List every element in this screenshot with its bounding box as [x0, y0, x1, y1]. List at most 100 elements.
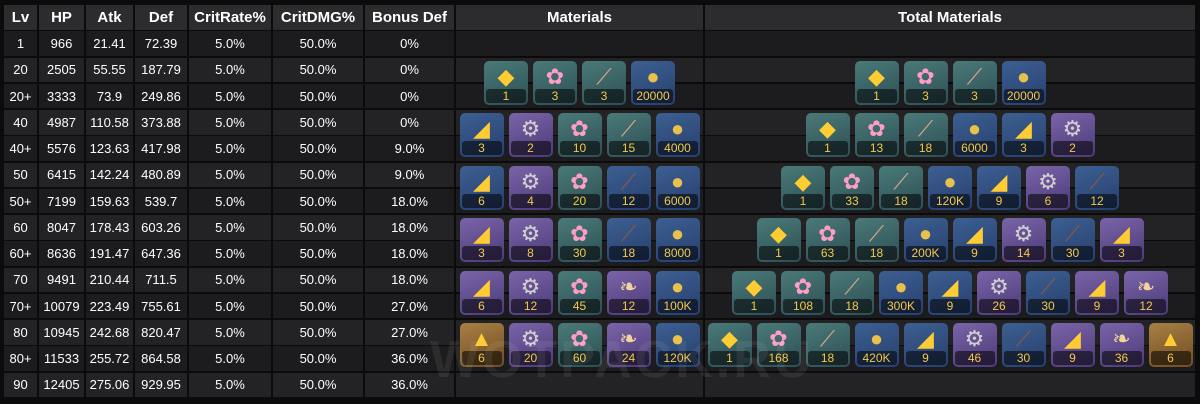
scroll-icon: ❧	[1112, 326, 1131, 352]
material-slot[interactable]: ❧ 36	[1099, 323, 1144, 368]
cell-bonus-def: 0%	[365, 83, 454, 109]
cell-lv: 80	[4, 320, 37, 345]
material-slot[interactable]: ◢ 9	[928, 270, 972, 315]
material-slot[interactable]: ◢ 9	[1050, 323, 1095, 368]
material-slot[interactable]: ● 4000	[655, 113, 700, 158]
scroll-icon: ❧	[619, 326, 638, 352]
material-slot[interactable]: ⟋ 18	[879, 165, 923, 210]
material-slot[interactable]: ◢ 3	[459, 218, 504, 263]
material-slot[interactable]: ● 20000	[1001, 60, 1046, 105]
material-quantity: 3	[535, 88, 575, 103]
cell-def: 820.47	[135, 320, 187, 345]
material-slot[interactable]: ◆ 1	[707, 323, 752, 368]
material-slot[interactable]: ❧ 12	[606, 270, 651, 315]
material-slot[interactable]: ● 120K	[655, 323, 700, 368]
material-quantity: 63	[807, 246, 848, 261]
material-slot[interactable]: ⟋ 15	[606, 113, 651, 158]
boss-material-icon: ⚙	[1038, 168, 1058, 194]
material-slot[interactable]: ◢ 9	[952, 218, 997, 263]
material-slot[interactable]: ⟋ 18	[903, 113, 948, 158]
material-slot[interactable]: ● 6000	[952, 113, 997, 158]
material-slot[interactable]: ⟋ 18	[854, 218, 899, 263]
material-slot[interactable]: ● 420K	[854, 323, 899, 368]
header-lv: Lv	[4, 5, 37, 30]
material-slot[interactable]: ◢ 6	[459, 270, 504, 315]
material-slot[interactable]: ⚙ 46	[952, 323, 997, 368]
cell-lv: 60+	[4, 241, 37, 266]
cell-bonus-def: 18.0%	[365, 267, 454, 292]
material-slot[interactable]: ⟋ 12	[1075, 165, 1119, 210]
material-slot[interactable]: ◆ 1	[805, 113, 850, 158]
material-slot[interactable]: ◆ 1	[732, 270, 776, 315]
material-slot[interactable]: ✿ 45	[557, 270, 602, 315]
material-slot[interactable]: ⚙ 2	[1050, 113, 1095, 158]
cell-bonus-def: 18.0%	[365, 188, 454, 214]
material-slot[interactable]: ⟋ 18	[805, 323, 850, 368]
material-slot[interactable]: ✿ 3	[533, 60, 577, 105]
material-slot[interactable]: ✿ 20	[557, 165, 602, 210]
material-slot[interactable]: ⚙ 12	[508, 270, 553, 315]
material-slot[interactable]: ⟋ 30	[1026, 270, 1070, 315]
header-materials: Materials	[456, 5, 703, 30]
material-quantity: 26	[979, 298, 1019, 313]
material-slot[interactable]: ❧ 12	[1124, 270, 1168, 315]
material-slot[interactable]: ◆ 1	[756, 218, 801, 263]
material-slot[interactable]: ◢ 6	[459, 165, 504, 210]
material-slot[interactable]: ✿ 13	[854, 113, 899, 158]
material-slot[interactable]: ✿ 108	[781, 270, 825, 315]
material-quantity: 168	[758, 351, 799, 366]
material-slot[interactable]: ❧ 24	[606, 323, 651, 368]
material-slot[interactable]: ⚙ 8	[508, 218, 553, 263]
material-slot[interactable]: ✿ 168	[756, 323, 801, 368]
material-slot[interactable]: ⚙ 4	[508, 165, 553, 210]
material-quantity: 12	[608, 193, 649, 208]
material-slot[interactable]: ⚙ 26	[977, 270, 1021, 315]
cell-def: 755.61	[135, 293, 187, 319]
cell-def: 711.5	[135, 267, 187, 292]
cell-crit-dmg: 50.0%	[273, 188, 363, 214]
material-slot[interactable]: ⚙ 6	[1026, 165, 1070, 210]
material-slot[interactable]: ◢ 3	[459, 113, 504, 158]
cell-lv: 50+	[4, 188, 37, 214]
material-quantity: 2	[510, 141, 551, 156]
material-slot[interactable]: ✿ 63	[805, 218, 850, 263]
material-slot[interactable]: ● 200K	[903, 218, 948, 263]
material-slot[interactable]: ◆ 1	[781, 165, 825, 210]
material-slot[interactable]: ⟋ 3	[952, 60, 997, 105]
material-quantity: 60	[559, 351, 600, 366]
material-slot[interactable]: ⚙ 2	[508, 113, 553, 158]
total-materials-row-bg	[705, 372, 1195, 397]
material-slot[interactable]: ◆ 1	[484, 60, 528, 105]
material-slot[interactable]: ▲ 6	[459, 323, 504, 368]
material-slot[interactable]: ● 300K	[879, 270, 923, 315]
material-slot[interactable]: ● 120K	[928, 165, 972, 210]
material-quantity: 120K	[930, 193, 970, 208]
material-slot[interactable]: ⟋ 30	[1001, 323, 1046, 368]
material-slot[interactable]: ⟋ 18	[830, 270, 874, 315]
material-slot[interactable]: ⟋ 12	[606, 165, 651, 210]
material-slot[interactable]: ⚙ 14	[1001, 218, 1046, 263]
material-slot[interactable]: ⟋ 18	[606, 218, 651, 263]
material-slot[interactable]: ◆ 1	[854, 60, 899, 105]
material-slot[interactable]: ⚙ 20	[508, 323, 553, 368]
material-slot[interactable]: ✿ 30	[557, 218, 602, 263]
material-slot[interactable]: ● 20000	[631, 60, 675, 105]
material-slot[interactable]: ✿ 60	[557, 323, 602, 368]
material-slot[interactable]: ⟋ 30	[1050, 218, 1095, 263]
material-quantity: 1	[709, 351, 750, 366]
material-slot[interactable]: ● 100K	[655, 270, 700, 315]
material-slot[interactable]: ◢ 9	[903, 323, 948, 368]
material-slot[interactable]: ▲ 6	[1148, 323, 1193, 368]
material-slot[interactable]: ● 6000	[655, 165, 700, 210]
claw-icon: ⟋	[844, 273, 860, 299]
material-slot[interactable]: ✿ 33	[830, 165, 874, 210]
material-slot[interactable]: ● 8000	[655, 218, 700, 263]
cell-crit-rate: 5.0%	[189, 215, 271, 240]
material-slot[interactable]: ◢ 3	[1001, 113, 1046, 158]
material-slot[interactable]: ⟋ 3	[582, 60, 626, 105]
material-slot[interactable]: ◢ 3	[1099, 218, 1144, 263]
material-slot[interactable]: ✿ 3	[903, 60, 948, 105]
material-slot[interactable]: ◢ 9	[1075, 270, 1119, 315]
material-slot[interactable]: ✿ 10	[557, 113, 602, 158]
material-slot[interactable]: ◢ 9	[977, 165, 1021, 210]
